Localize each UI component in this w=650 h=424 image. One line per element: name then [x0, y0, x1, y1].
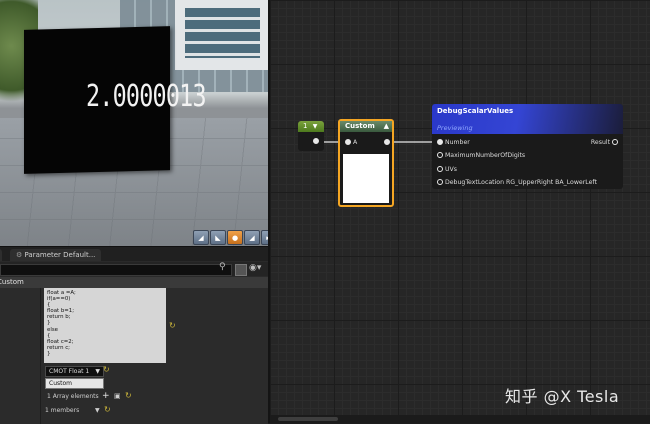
details-search-row: ⚲ ◉▾ — [0, 262, 268, 276]
reset-to-default-icon[interactable]: ↻ — [103, 365, 110, 374]
tab-details[interactable] — [0, 249, 2, 261]
details-tab-bar: ⚙ Parameter Default... — [0, 247, 268, 261]
eye-icon[interactable]: ◉▾ — [249, 263, 261, 273]
watermark-text: 知乎 @X Tesla — [505, 387, 620, 406]
tab-parameter-defaults[interactable]: ⚙ Parameter Default... — [10, 249, 102, 261]
custom-node[interactable]: Custom ▲ A — [338, 119, 394, 207]
pin-icon — [612, 139, 618, 145]
pin-label: UVs — [444, 166, 457, 173]
reset-to-default-icon[interactable]: ↻ — [104, 405, 111, 414]
show-flags-icon[interactable]: ◢ — [244, 230, 260, 245]
output-type-value: CMOT Float 1 — [49, 368, 90, 375]
inputs-array-count: 1 Array elements — [47, 393, 99, 400]
gear-icon: ⚙ — [16, 251, 23, 259]
output-type-dropdown[interactable]: CMOT Float 1 ▼ — [45, 366, 104, 377]
category-header[interactable]: Custom — [0, 277, 268, 288]
chevron-down-icon: ▼ — [95, 368, 100, 375]
chevron-down-icon[interactable]: ▼ — [95, 407, 100, 414]
material-preview-viewport[interactable]: 2.0000013 ◢ ◣ ● ◢ ► — [0, 0, 268, 246]
tab-parameter-defaults-label: Parameter Default... — [24, 251, 96, 259]
category-label: Custom — [0, 278, 24, 286]
debug-input-max-digits[interactable]: MaximumNumberOfDigits — [437, 152, 525, 159]
constant-node[interactable]: 1 ▼ — [298, 121, 324, 151]
description-input[interactable]: Custom — [45, 378, 104, 389]
debug-input-number[interactable]: Number — [437, 139, 470, 146]
debug-scalar-values-node[interactable]: DebugScalarValues Previewing Number Maxi… — [432, 104, 623, 189]
search-icon: ⚲ — [219, 262, 226, 272]
details-panel: ⚙ Parameter Default... ⚲ ◉▾ Custom float… — [0, 246, 268, 424]
pin-label: Result — [590, 139, 611, 146]
graph-scrollbar-thumb[interactable] — [278, 417, 338, 421]
custom-input-label: A — [352, 139, 358, 146]
graph-wires — [323, 141, 438, 143]
chevron-down-icon: ▼ — [312, 123, 318, 130]
column-splitter[interactable] — [40, 288, 41, 424]
constant-output-pin[interactable] — [313, 138, 319, 145]
collapse-icon[interactable]: ▲ — [384, 121, 389, 132]
debug-input-text-location[interactable]: DebugTextLocation RG_UpperRight BA_Lower… — [437, 179, 597, 186]
realtime-icon[interactable]: ► — [261, 230, 268, 245]
pin-icon — [437, 152, 443, 158]
custom-input-pin-a[interactable]: A — [345, 139, 357, 146]
pin-icon — [437, 166, 443, 172]
reset-to-default-icon[interactable]: ↻ — [169, 321, 176, 330]
add-element-icon[interactable]: + — [102, 391, 110, 401]
constant-node-header: 1 ▼ — [298, 121, 324, 132]
camera-icon[interactable]: ◢ — [193, 230, 209, 245]
node-preview-thumbnail — [343, 154, 389, 203]
trash-icon[interactable]: ▣ — [114, 392, 121, 400]
constant-value: 1 — [303, 122, 308, 130]
pin-icon — [345, 139, 351, 145]
pin-icon — [384, 139, 390, 145]
debug-node-header: DebugScalarValues Previewing — [432, 104, 623, 134]
pin-label: MaximumNumberOfDigits — [444, 152, 526, 159]
view-options-grid-icon[interactable] — [235, 264, 247, 276]
code-text-area[interactable]: float a =A; if(a==0) { float b=1; return… — [44, 288, 166, 363]
pin-label: DebugTextLocation RG_UpperRight BA_Lower… — [444, 179, 597, 186]
debug-input-uvs[interactable]: UVs — [437, 166, 457, 173]
debug-output-result[interactable]: Result — [591, 139, 618, 146]
details-search-input[interactable] — [0, 264, 232, 276]
perspective-icon[interactable]: ◣ — [210, 230, 226, 245]
pin-label: Number — [444, 139, 470, 146]
pin-icon — [313, 138, 319, 144]
background-building-windows — [185, 8, 260, 58]
pin-icon — [437, 139, 443, 145]
debug-node-title: DebugScalarValues — [437, 107, 514, 115]
reset-to-default-icon[interactable]: ↻ — [125, 391, 132, 400]
members-count: 1 members — [45, 407, 80, 414]
previewing-status: Previewing — [437, 124, 473, 132]
custom-output-pin[interactable] — [384, 139, 390, 146]
pin-icon — [437, 179, 443, 185]
material-graph-canvas[interactable]: 1 ▼ Custom ▲ A DebugScalarValues Preview… — [270, 0, 650, 423]
custom-node-header: Custom ▲ — [340, 121, 392, 132]
custom-node-title: Custom — [345, 122, 375, 130]
debug-value-text: 2.0000013 — [86, 79, 207, 114]
viewport-toolbar: ◢ ◣ ● ◢ ► — [193, 230, 268, 245]
lit-mode-icon[interactable]: ● — [227, 230, 243, 245]
